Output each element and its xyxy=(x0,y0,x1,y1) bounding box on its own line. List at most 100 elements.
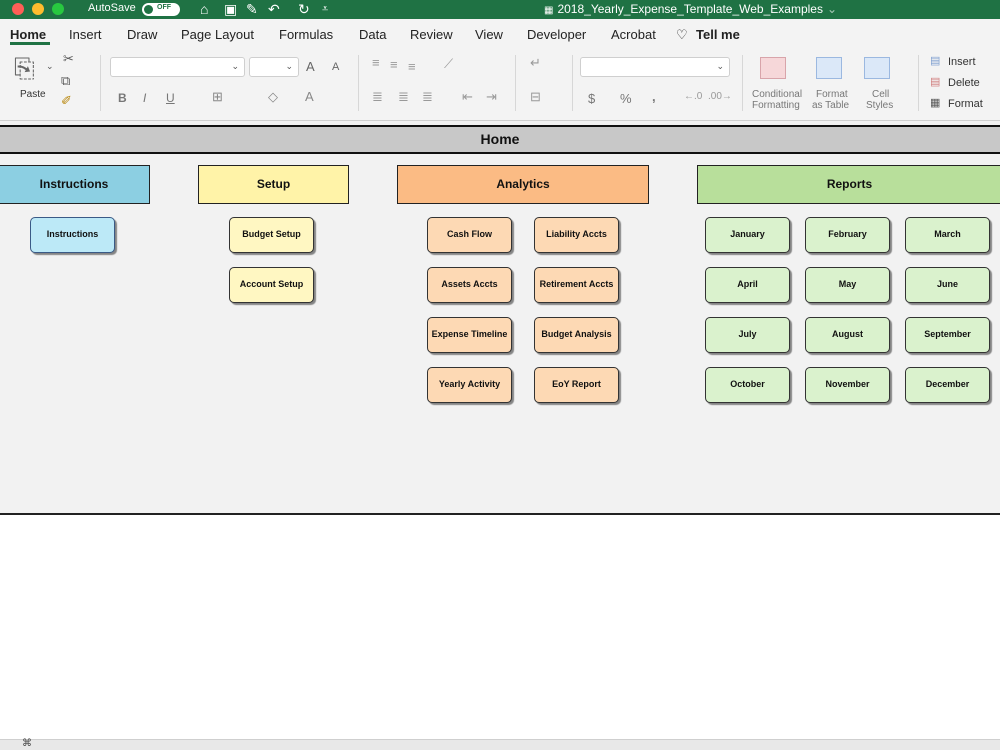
budget-setup-button[interactable]: Budget Setup xyxy=(229,217,314,253)
chevron-down-icon: ⌄ xyxy=(231,61,239,71)
format-painter-icon[interactable]: ✐ xyxy=(61,93,72,109)
macro-record-icon[interactable]: ⌘ xyxy=(22,738,32,749)
tab-data[interactable]: Data xyxy=(359,27,386,42)
fill-color-icon[interactable]: ◇ xyxy=(268,89,278,105)
autosave-label: AutoSave xyxy=(88,2,136,14)
copy-icon[interactable]: ⧉ xyxy=(61,73,70,89)
increase-font-button[interactable]: A xyxy=(306,59,315,74)
january-button[interactable]: January xyxy=(705,217,790,253)
tab-insert[interactable]: Insert xyxy=(69,27,102,42)
wrap-text-icon[interactable]: ↵ xyxy=(530,55,541,71)
separator xyxy=(515,55,516,111)
font-color-icon[interactable]: A xyxy=(305,89,314,104)
tab-home[interactable]: Home xyxy=(10,27,46,42)
june-button[interactable]: June xyxy=(905,267,990,303)
may-button[interactable]: May xyxy=(805,267,890,303)
edit-icon[interactable]: ✎ xyxy=(246,2,258,16)
align-left-icon[interactable]: ≣ xyxy=(372,89,383,105)
format-cells-icon[interactable]: ▦ xyxy=(930,96,940,109)
delete-cells-icon[interactable]: ▤ xyxy=(930,75,940,88)
conditional-formatting-label-2[interactable]: Formatting xyxy=(752,100,800,111)
align-top-icon[interactable]: ≡ xyxy=(372,55,380,70)
yearly-activity-button[interactable]: Yearly Activity xyxy=(427,367,512,403)
instructions-button[interactable]: Instructions xyxy=(30,217,115,253)
retirement-accts-button[interactable]: Retirement Accts xyxy=(534,267,619,303)
currency-button[interactable]: $ xyxy=(588,91,595,106)
chevron-down-icon[interactable]: ⌄ xyxy=(827,2,837,16)
minimize-window-icon[interactable] xyxy=(32,3,44,15)
comma-button[interactable]: , xyxy=(652,89,656,104)
october-button[interactable]: October xyxy=(705,367,790,403)
cell-styles-icon[interactable] xyxy=(864,57,890,79)
tab-tell-me[interactable]: Tell me xyxy=(696,27,740,42)
format-as-table-label-2[interactable]: as Table xyxy=(812,100,849,111)
zoom-window-icon[interactable] xyxy=(52,3,64,15)
tab-review[interactable]: Review xyxy=(410,27,453,42)
close-window-icon[interactable] xyxy=(12,3,24,15)
align-right-icon[interactable]: ≣ xyxy=(422,89,433,105)
paste-icon[interactable]: ⎘ xyxy=(14,53,35,85)
tab-view[interactable]: View xyxy=(475,27,503,42)
cell-styles-label-2[interactable]: Styles xyxy=(866,100,893,111)
percent-button[interactable]: % xyxy=(620,91,632,106)
tab-formulas[interactable]: Formulas xyxy=(279,27,333,42)
align-middle-icon[interactable]: ≡ xyxy=(390,57,398,72)
eoy-report-button[interactable]: EoY Report xyxy=(534,367,619,403)
lightbulb-icon: ♡ xyxy=(676,27,688,42)
redo-icon[interactable]: ↻ xyxy=(298,2,310,16)
autosave-state: OFF xyxy=(157,4,171,11)
account-setup-button[interactable]: Account Setup xyxy=(229,267,314,303)
chevron-down-icon: ⌄ xyxy=(285,61,293,71)
assets-accts-button[interactable]: Assets Accts xyxy=(427,267,512,303)
conditional-formatting-label-1[interactable]: Conditional xyxy=(752,89,802,100)
font-size-combo[interactable]: ⌄ xyxy=(249,57,299,77)
autosave-toggle[interactable]: OFF xyxy=(142,3,180,16)
tab-draw[interactable]: Draw xyxy=(127,27,157,42)
september-button[interactable]: September xyxy=(905,317,990,353)
undo-icon[interactable]: ↶ xyxy=(268,2,280,16)
february-button[interactable]: February xyxy=(805,217,890,253)
november-button[interactable]: November xyxy=(805,367,890,403)
insert-cells-icon[interactable]: ▤ xyxy=(930,54,940,67)
home-icon[interactable]: ⌂ xyxy=(200,2,208,16)
tab-page-layout[interactable]: Page Layout xyxy=(181,27,254,42)
decrease-decimal-icon[interactable]: .00→ xyxy=(708,91,732,102)
cut-icon[interactable]: ✂ xyxy=(63,51,74,67)
delete-cells-label[interactable]: Delete xyxy=(948,77,980,89)
borders-icon[interactable]: ⊞ xyxy=(212,89,223,105)
decrease-font-button[interactable]: A xyxy=(332,61,339,73)
insert-cells-label[interactable]: Insert xyxy=(948,56,976,68)
april-button[interactable]: April xyxy=(705,267,790,303)
underline-button[interactable]: U xyxy=(166,91,175,105)
align-bottom-icon[interactable]: ≡ xyxy=(408,59,416,74)
bold-button[interactable]: B xyxy=(118,91,127,105)
tab-acrobat[interactable]: Acrobat xyxy=(611,27,656,42)
paste-dropdown-icon[interactable]: ⌄ xyxy=(46,61,54,72)
march-button[interactable]: March xyxy=(905,217,990,253)
conditional-formatting-icon[interactable] xyxy=(760,57,786,79)
format-cells-label[interactable]: Format xyxy=(948,98,983,110)
july-button[interactable]: July xyxy=(705,317,790,353)
font-name-combo[interactable]: ⌄ xyxy=(110,57,245,77)
cash-flow-button[interactable]: Cash Flow xyxy=(427,217,512,253)
orientation-icon[interactable]: ⟋ xyxy=(444,56,453,72)
liability-accts-button[interactable]: Liability Accts xyxy=(534,217,619,253)
december-button[interactable]: December xyxy=(905,367,990,403)
customize-icon[interactable]: ⩡ xyxy=(322,2,328,16)
format-as-table-label-1[interactable]: Format xyxy=(816,89,848,100)
tab-developer[interactable]: Developer xyxy=(527,27,586,42)
budget-analysis-button[interactable]: Budget Analysis xyxy=(534,317,619,353)
excel-file-icon: ▦ xyxy=(544,5,554,16)
cell-styles-label-1[interactable]: Cell xyxy=(872,89,889,100)
merge-center-icon[interactable]: ⊟ xyxy=(530,89,541,105)
save-icon[interactable]: ▣ xyxy=(224,2,237,16)
align-center-icon[interactable]: ≣ xyxy=(398,89,409,105)
italic-button[interactable]: I xyxy=(143,91,146,105)
increase-indent-icon[interactable]: ⇥ xyxy=(486,89,497,105)
august-button[interactable]: August xyxy=(805,317,890,353)
decrease-indent-icon[interactable]: ⇤ xyxy=(462,89,473,105)
expense-timeline-button[interactable]: Expense Timeline xyxy=(427,317,512,353)
increase-decimal-icon[interactable]: ←.0 xyxy=(684,91,702,102)
format-as-table-icon[interactable] xyxy=(816,57,842,79)
number-format-combo[interactable]: ⌄ xyxy=(580,57,730,77)
